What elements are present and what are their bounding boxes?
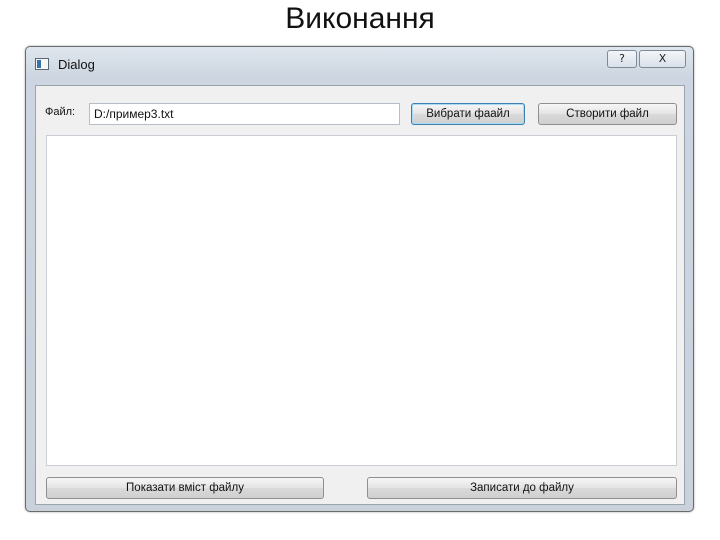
window-title: Dialog — [58, 57, 95, 72]
choose-file-button[interactable]: Вибрати фаайл — [411, 103, 525, 125]
title-bar[interactable]: Dialog ? X — [26, 47, 693, 81]
dialog-client-area: Файл: Вибрати фаайл Створити файл Показа… — [35, 85, 685, 505]
write-to-file-button[interactable]: Записати до файлу — [367, 477, 677, 499]
file-label: Файл: — [45, 106, 76, 118]
file-path-input[interactable] — [89, 103, 400, 125]
file-content-textarea[interactable] — [46, 135, 677, 466]
close-button[interactable]: X — [639, 50, 686, 68]
window-icon — [35, 58, 49, 70]
help-button[interactable]: ? — [607, 50, 637, 68]
slide-title: Виконання — [285, 2, 435, 35]
create-file-button[interactable]: Створити файл — [538, 103, 677, 125]
dialog-window: Dialog ? X Файл: Вибрати фаайл Створити … — [25, 46, 694, 512]
show-file-content-button[interactable]: Показати вміст файлу — [46, 477, 324, 499]
